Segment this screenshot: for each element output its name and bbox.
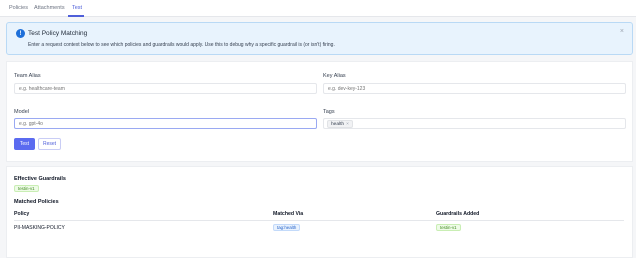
active-tab-indicator bbox=[68, 15, 84, 17]
tag-chip: health × bbox=[327, 120, 353, 128]
effective-guardrail-badge: testin-v1 bbox=[14, 185, 39, 192]
policy-name-cell: PII-MASKING-POLICY bbox=[14, 225, 65, 231]
model-label: Model bbox=[14, 109, 29, 115]
test-button[interactable]: Test bbox=[14, 138, 35, 150]
guardrail-added-badge: testin-v1 bbox=[436, 224, 461, 231]
reset-button[interactable]: Reset bbox=[38, 138, 61, 150]
tab-bar: Policies Attachments Test bbox=[0, 0, 640, 17]
column-header-guardrails-added: Guardrails Added bbox=[436, 211, 480, 217]
tags-label: Tags bbox=[323, 109, 335, 115]
model-input[interactable] bbox=[14, 118, 317, 129]
column-header-policy: Policy bbox=[14, 211, 30, 217]
test-form-card bbox=[6, 61, 633, 162]
info-banner: ! Test Policy Matching Enter a request c… bbox=[6, 22, 633, 55]
matched-via-badge: tag:health bbox=[273, 224, 301, 231]
banner-title: Test Policy Matching bbox=[28, 30, 88, 37]
key-alias-input[interactable] bbox=[323, 83, 626, 94]
tags-input[interactable] bbox=[323, 118, 626, 129]
table-divider bbox=[14, 220, 624, 221]
key-alias-label: Key Alias bbox=[323, 73, 346, 79]
team-alias-label: Team Alias bbox=[14, 73, 41, 79]
column-header-matched-via: Matched Via bbox=[273, 211, 304, 217]
remove-tag-icon[interactable]: × bbox=[346, 122, 349, 127]
effective-guardrails-title: Effective Guardrails bbox=[14, 176, 66, 182]
tab-attachments[interactable]: Attachments bbox=[34, 5, 65, 11]
close-icon[interactable]: × bbox=[620, 28, 624, 35]
info-icon: ! bbox=[16, 29, 25, 38]
tab-test[interactable]: Test bbox=[72, 5, 82, 11]
team-alias-input[interactable] bbox=[14, 83, 317, 94]
matched-policies-title: Matched Policies bbox=[14, 199, 59, 205]
results-card bbox=[6, 166, 633, 258]
tag-chip-label: health bbox=[331, 121, 345, 127]
page-edge bbox=[636, 0, 640, 258]
tab-policies[interactable]: Policies bbox=[9, 5, 28, 11]
banner-description: Enter a request context below to see whi… bbox=[28, 42, 335, 48]
